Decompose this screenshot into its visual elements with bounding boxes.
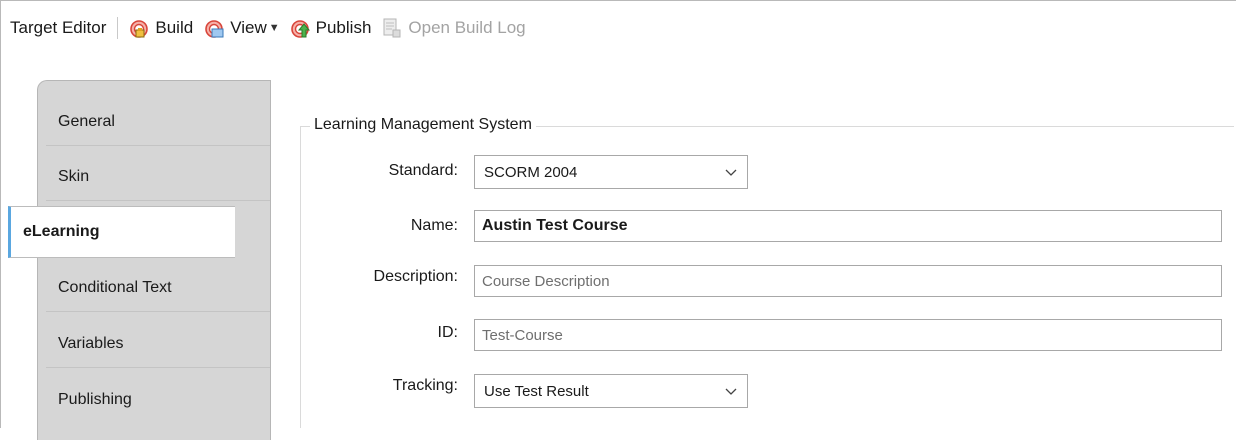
build-icon: [130, 20, 149, 38]
tab-conditional-text-label: Conditional Text: [58, 278, 172, 296]
toolbar: Target Editor Build View ▼ Publish Open …: [1, 1, 1235, 55]
group-box-left-border: [300, 126, 301, 428]
build-button[interactable]: Build: [128, 17, 193, 39]
tracking-value: Use Test Result: [484, 382, 589, 400]
tab-general-label: General: [58, 112, 115, 130]
target-editor-title: Target Editor: [10, 18, 107, 37]
tab-conditional-text[interactable]: Conditional Text: [46, 264, 270, 312]
tab-elearning-label: eLearning: [23, 223, 100, 240]
standard-label: Standard:: [388, 162, 458, 179]
publish-icon: [290, 20, 310, 38]
view-button[interactable]: View: [203, 17, 267, 39]
view-dropdown-arrow-icon[interactable]: ▼: [269, 22, 280, 34]
description-placeholder: Course Description: [482, 272, 610, 290]
chevron-down-icon: [725, 388, 737, 395]
toolbar-separator: [117, 17, 119, 39]
tab-general[interactable]: General: [46, 98, 270, 146]
build-label: Build: [155, 18, 194, 37]
open-build-log-label: Open Build Log: [408, 18, 526, 37]
tab-skin[interactable]: Skin: [46, 153, 270, 201]
name-value: Austin Test Course: [482, 217, 628, 234]
id-placeholder: Test-Course: [482, 326, 563, 344]
publish-button[interactable]: Publish: [289, 17, 372, 39]
tab-variables[interactable]: Variables: [46, 320, 270, 368]
publish-label: Publish: [315, 18, 372, 37]
id-field[interactable]: Test-Course: [474, 319, 1222, 351]
chevron-down-icon: [725, 169, 737, 176]
standard-value: SCORM 2004: [484, 163, 578, 181]
tracking-select[interactable]: Use Test Result: [474, 374, 748, 408]
tab-elearning[interactable]: eLearning: [8, 206, 235, 258]
tab-publishing-label: Publishing: [58, 391, 132, 408]
standard-select[interactable]: SCORM 2004: [474, 155, 748, 189]
view-icon: [205, 20, 224, 38]
description-field[interactable]: Course Description: [474, 265, 1222, 297]
name-field[interactable]: Austin Test Course: [474, 210, 1222, 242]
name-label: Name:: [410, 217, 458, 234]
tab-publishing[interactable]: Publishing: [46, 376, 270, 424]
tab-skin-label: Skin: [58, 167, 90, 185]
tab-variables-label: Variables: [58, 334, 124, 352]
open-build-log-button[interactable]: Open Build Log: [381, 17, 526, 39]
lms-group-title: Learning Management System: [310, 116, 536, 134]
view-label: View: [230, 18, 267, 37]
open-build-log-icon: [383, 18, 401, 38]
tracking-label: Tracking:: [392, 377, 458, 394]
id-label: ID:: [437, 324, 458, 341]
description-label: Description:: [373, 268, 458, 285]
